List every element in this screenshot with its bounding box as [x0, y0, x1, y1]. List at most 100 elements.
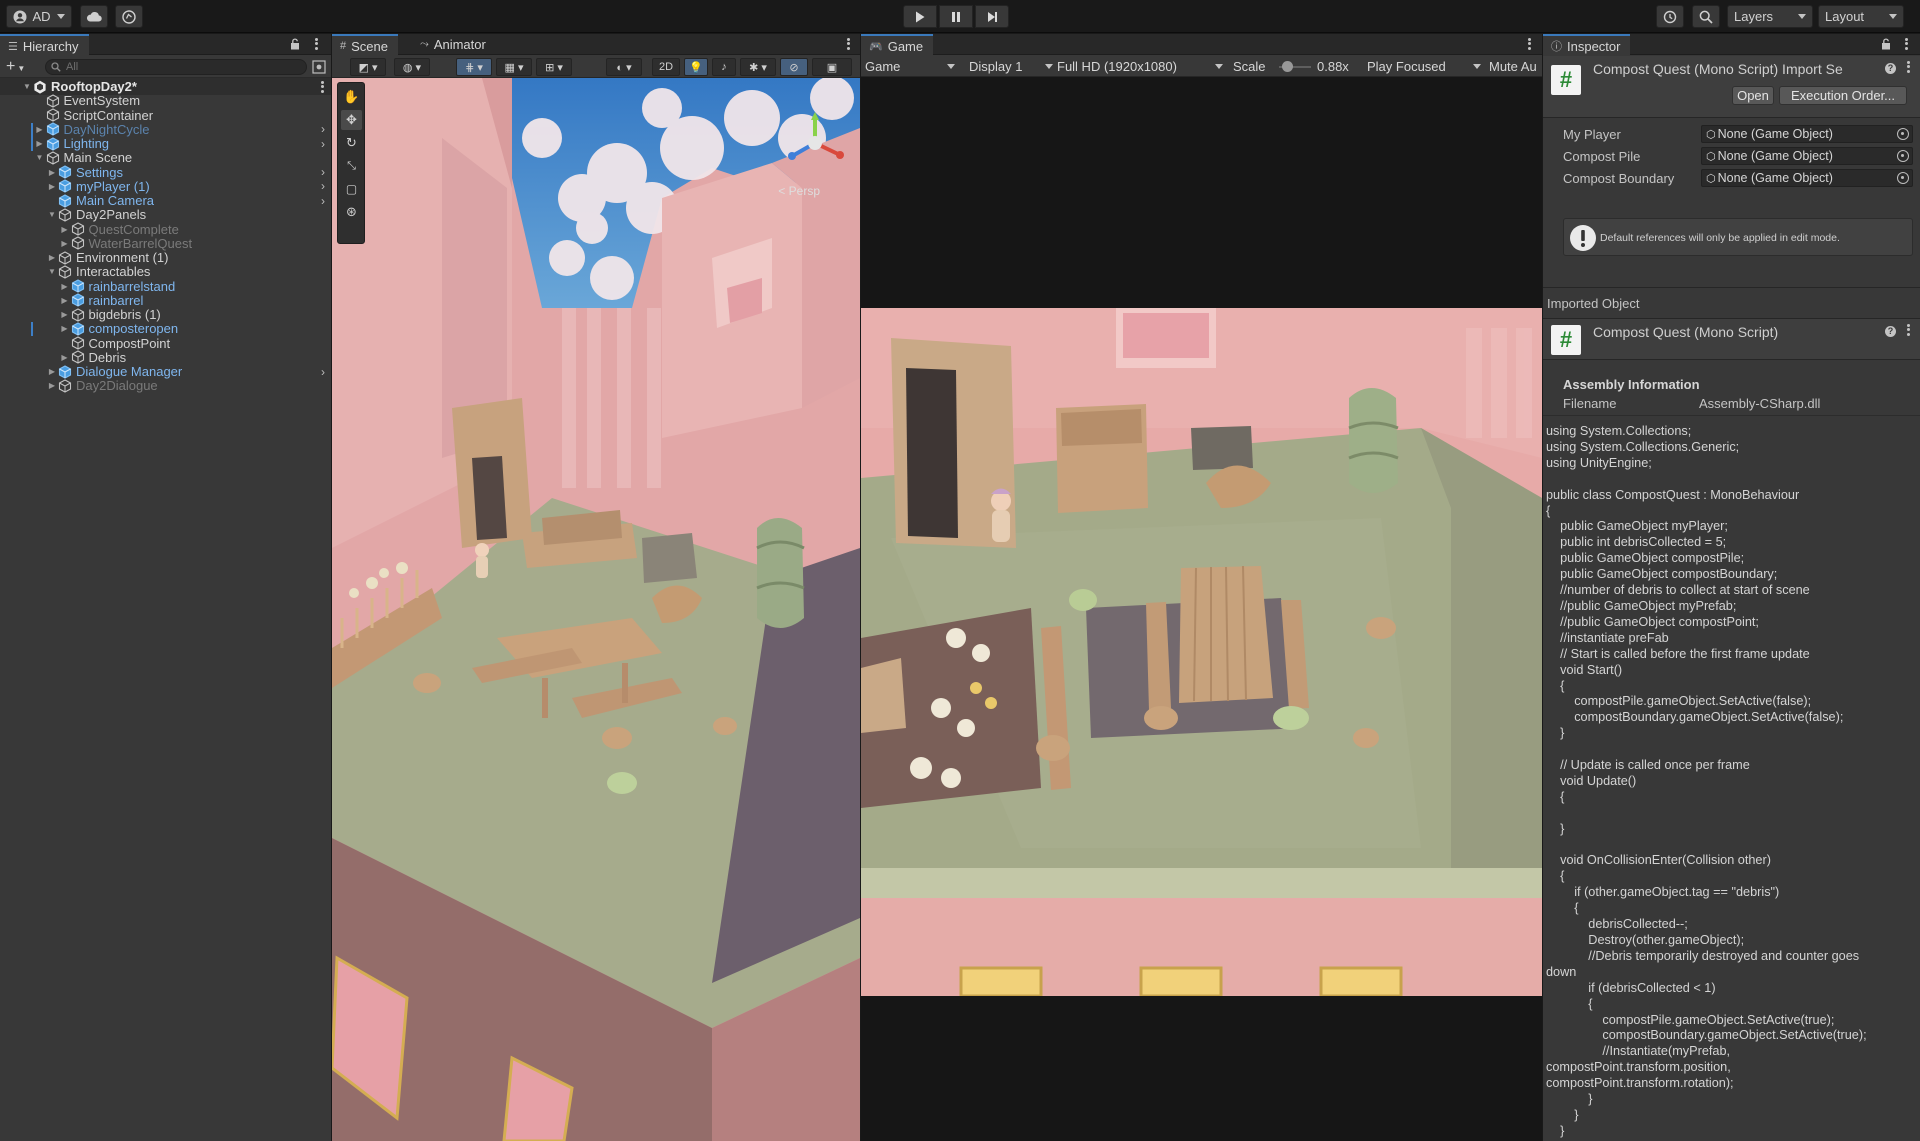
resolution-dropdown[interactable]: Full HD (1920x1080) — [1057, 58, 1225, 75]
grid-icon: # — [340, 40, 347, 52]
execution-order-button[interactable]: Execution Order... — [1779, 86, 1907, 105]
move-tool-button[interactable]: ✥ — [341, 110, 362, 130]
collapse-arrow-icon[interactable]: ▶ — [47, 253, 57, 263]
tab-scene[interactable]: # Scene — [332, 34, 398, 56]
persp-label[interactable]: < Persp — [778, 184, 820, 198]
compost-boundary-object-field[interactable]: ⬡ None (Game Object) — [1701, 169, 1913, 187]
expand-arrow-icon[interactable]: ▼ — [47, 267, 57, 277]
rect-icon: ▢ — [345, 182, 358, 196]
compost-pile-object-field[interactable]: ⬡ None (Game Object) — [1701, 147, 1913, 165]
tab-inspector[interactable]: ⓘ Inspector — [1543, 34, 1631, 56]
undo-history-button[interactable] — [1656, 5, 1684, 28]
scale-slider-thumb[interactable] — [1282, 61, 1293, 72]
rotate-tool-button[interactable]: ↻ — [341, 133, 362, 153]
collapse-arrow-icon[interactable]: ▶ — [35, 124, 45, 134]
hierarchy-item[interactable]: ▶ Day2Dialogue — [0, 377, 331, 394]
scene-viewport[interactable]: ✋ ✥ ↻ ⤡ ▢ ⊛ < Persp — [332, 78, 860, 1141]
hand-tool-button[interactable]: ✋ — [341, 87, 362, 107]
imported-object-menu-icon[interactable] — [1904, 323, 1912, 337]
scene-visibility-icon[interactable] — [312, 60, 326, 74]
search-button[interactable] — [1692, 5, 1720, 28]
help-icon[interactable]: ? — [1885, 326, 1896, 337]
scene-menu-icon[interactable] — [844, 37, 852, 51]
lock-icon[interactable] — [1881, 38, 1891, 50]
game-object-icon: ⬡ — [1706, 172, 1716, 185]
hierarchy-search-input[interactable]: All — [45, 59, 307, 75]
expand-arrow-icon[interactable]: ▼ — [47, 210, 57, 220]
collapse-arrow-icon[interactable]: ▶ — [60, 295, 70, 305]
game-object-icon: ⬡ — [1706, 128, 1716, 141]
layers-dropdown[interactable]: Layers — [1727, 5, 1813, 28]
collapse-arrow-icon[interactable]: ▶ — [60, 310, 70, 320]
transform-tool-button[interactable]: ⊛ — [341, 202, 362, 222]
increment-snap-toggle[interactable]: ⊞ ▾ — [536, 58, 572, 76]
my-player-object-field[interactable]: ⬡ None (Game Object) — [1701, 125, 1913, 143]
warning-icon — [1570, 225, 1596, 251]
layout-dropdown[interactable]: Layout — [1818, 5, 1904, 28]
lighting-toggle[interactable]: 💡 — [684, 58, 708, 76]
pause-button[interactable] — [939, 5, 973, 28]
collapse-arrow-icon[interactable]: ▶ — [47, 381, 57, 391]
field-label: Compost Pile — [1563, 148, 1641, 164]
scene-gizmo[interactable] — [780, 108, 850, 178]
collapse-arrow-icon[interactable]: ▶ — [60, 352, 70, 362]
object-picker-icon[interactable] — [1897, 172, 1909, 184]
grid-visibility-toggle[interactable]: ▦ ▾ — [496, 58, 532, 76]
object-picker-icon[interactable] — [1897, 128, 1909, 140]
field-value: None (Game Object) — [1717, 127, 1833, 141]
grid-snap-toggle[interactable]: ⋕ ▾ — [456, 58, 492, 76]
draw-mode-dropdown[interactable]: ◩ ▾ — [350, 58, 386, 76]
rect-tool-button[interactable]: ▢ — [341, 179, 362, 199]
inspector-tabbar: ⓘ Inspector — [1543, 34, 1920, 56]
step-button[interactable] — [975, 5, 1009, 28]
tab-game[interactable]: 🎮 Game — [861, 34, 934, 56]
scale-slider[interactable] — [1279, 58, 1311, 75]
hierarchy-menu-icon[interactable] — [312, 37, 320, 51]
transform-tool-palette: ✋ ✥ ↻ ⤡ ▢ ⊛ — [337, 82, 365, 244]
open-button[interactable]: Open — [1732, 86, 1774, 105]
gizmo-orientation-dropdown[interactable]: ◐ ▾ — [606, 58, 642, 76]
display-label: Display 1 — [969, 59, 1023, 74]
tab-hierarchy[interactable]: ☰ Hierarchy — [0, 34, 89, 56]
play-button[interactable] — [903, 5, 937, 28]
collapse-arrow-icon[interactable]: ▶ — [35, 139, 45, 149]
collapse-arrow-icon[interactable]: ▶ — [47, 181, 57, 191]
tab-animator[interactable]: ⤳ Animator — [412, 34, 496, 55]
no-arrow — [47, 196, 57, 206]
game-render — [861, 308, 1542, 996]
game-menu-icon[interactable] — [1525, 37, 1533, 51]
help-icon[interactable]: ? — [1885, 63, 1896, 74]
layers-label: Layers — [1734, 9, 1774, 24]
gizmos-toggle[interactable]: ▣ — [812, 58, 852, 76]
create-button[interactable]: + ▼ — [6, 58, 25, 76]
pause-icon — [952, 11, 960, 22]
account-dropdown[interactable]: AD — [6, 5, 72, 28]
lock-icon[interactable] — [290, 38, 300, 50]
mute-audio-toggle[interactable]: Mute Au — [1489, 58, 1537, 75]
play-focused-dropdown[interactable]: Play Focused — [1367, 58, 1485, 75]
game-viewport[interactable] — [861, 77, 1542, 1141]
mode-2d-toggle[interactable]: 2D — [652, 58, 680, 76]
hidden-objects-toggle[interactable]: ⊘ — [780, 58, 808, 76]
cloud-button[interactable] — [80, 5, 108, 28]
object-picker-icon[interactable] — [1897, 150, 1909, 162]
display-dropdown[interactable]: Display 1 — [969, 58, 1053, 75]
collapse-arrow-icon[interactable]: ▶ — [60, 281, 70, 291]
collapse-arrow-icon[interactable]: ▶ — [60, 238, 70, 248]
imported-object-header: # Compost Quest (Mono Script) ? — [1543, 318, 1920, 360]
audio-toggle[interactable]: ♪ — [712, 58, 736, 76]
expand-arrow-icon[interactable]: ▼ — [22, 82, 32, 92]
collapse-arrow-icon[interactable]: ▶ — [60, 324, 70, 334]
importer-menu-icon[interactable] — [1904, 60, 1912, 74]
scale-tool-button[interactable]: ⤡ — [341, 156, 362, 176]
game-view-dropdown[interactable]: Game — [865, 58, 959, 75]
render-mode-dropdown[interactable]: ◍ ▾ — [394, 58, 430, 76]
collapse-arrow-icon[interactable]: ▶ — [60, 224, 70, 234]
field-compost-boundary: Compost Boundary ⬡ None (Game Object) — [1563, 168, 1913, 188]
effects-dropdown[interactable]: ✱ ▾ — [740, 58, 776, 76]
collapse-arrow-icon[interactable]: ▶ — [47, 167, 57, 177]
collapse-arrow-icon[interactable]: ▶ — [47, 367, 57, 377]
collab-button[interactable] — [115, 5, 143, 28]
inspector-menu-icon[interactable] — [1902, 37, 1910, 51]
expand-arrow-icon[interactable]: ▼ — [35, 153, 45, 163]
